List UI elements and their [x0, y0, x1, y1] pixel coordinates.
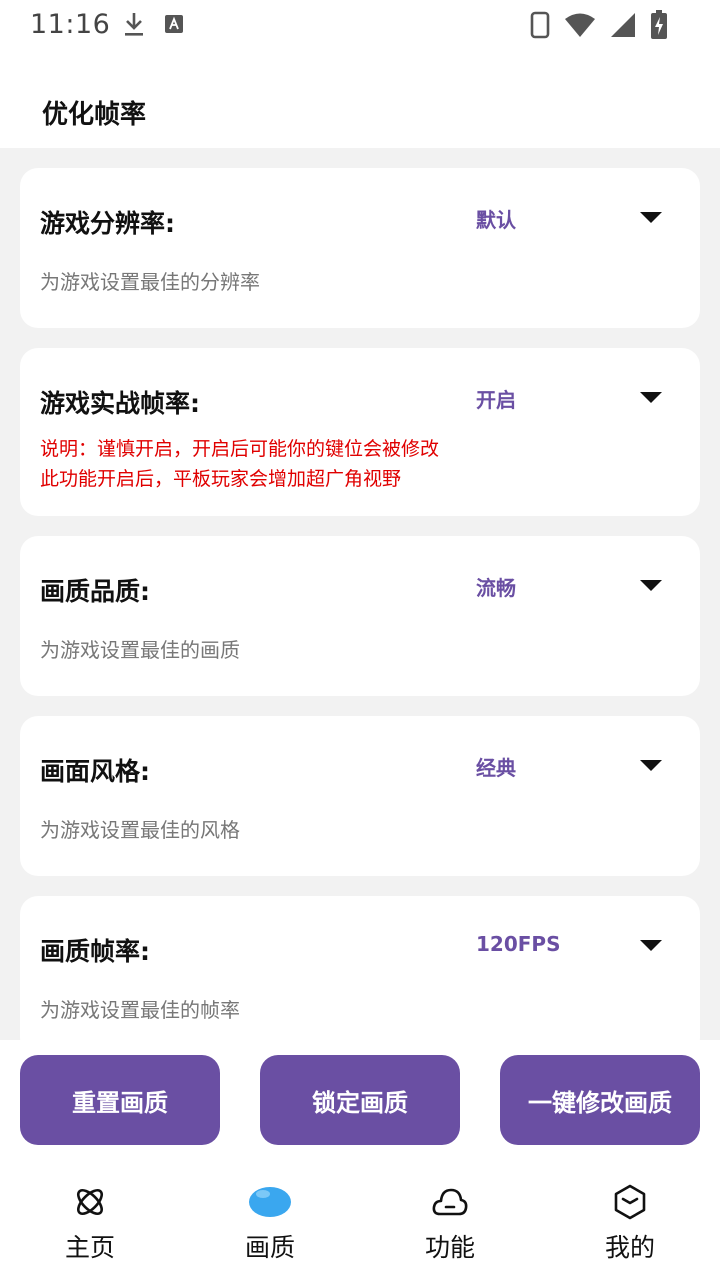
dropdown-arrow-icon[interactable] — [640, 940, 662, 951]
status-bar: 11:16 — [0, 0, 720, 48]
setting-title: 画质帧率: — [40, 937, 150, 966]
setting-card-resolution[interactable]: 游戏分辨率: 默认 为游戏设置最佳的分辨率 — [20, 168, 700, 328]
bottom-tab-bar: 主页 画质 功能 我的 — [0, 1182, 720, 1280]
setting-value[interactable]: 经典 — [476, 752, 516, 781]
text-format-icon — [165, 15, 184, 33]
tab-label: 画质 — [244, 1233, 295, 1262]
dropdown-arrow-icon[interactable] — [640, 580, 662, 591]
status-time: 11:16 — [30, 8, 111, 40]
setting-title: 画面风格: — [40, 757, 150, 786]
setting-card-style[interactable]: 画面风格: 经典 为游戏设置最佳的风格 — [20, 716, 700, 876]
setting-value[interactable]: 默认 — [476, 204, 516, 233]
dropdown-arrow-icon[interactable] — [640, 212, 662, 223]
setting-description: 为游戏设置最佳的帧率 — [40, 998, 240, 1022]
phone-icon — [530, 11, 550, 39]
blob-icon — [249, 1187, 291, 1217]
setting-value[interactable]: 120FPS — [476, 932, 560, 956]
note-line: 说明：谨慎开启，开启后可能你的键位会被修改 — [40, 438, 440, 460]
setting-value[interactable]: 开启 — [476, 384, 516, 413]
dropdown-arrow-icon[interactable] — [640, 392, 662, 403]
note-line: 此功能开启后，平板玩家会增加超广角视野 — [40, 468, 402, 490]
setting-value[interactable]: 流畅 — [476, 572, 516, 601]
setting-description: 为游戏设置最佳的画质 — [40, 638, 240, 662]
tab-quality[interactable]: 画质 — [180, 1182, 360, 1280]
setting-title: 游戏实战帧率: — [40, 389, 200, 418]
bottom-panel: 重置画质 锁定画质 一键修改画质 主页 画质 功能 我的 — [0, 1040, 720, 1280]
download-icon — [125, 13, 144, 36]
reset-quality-button[interactable]: 重置画质 — [20, 1055, 220, 1145]
setting-description: 为游戏设置最佳的分辨率 — [40, 270, 260, 294]
atom-icon — [76, 1188, 104, 1216]
lock-quality-button[interactable]: 锁定画质 — [260, 1055, 460, 1145]
tab-label: 我的 — [604, 1233, 655, 1262]
dropdown-arrow-icon[interactable] — [640, 760, 662, 771]
battery-icon — [651, 10, 667, 39]
setting-description: 为游戏设置最佳的风格 — [40, 818, 240, 842]
tab-label: 主页 — [64, 1233, 115, 1262]
tab-home[interactable]: 主页 — [0, 1182, 180, 1280]
setting-title: 游戏分辨率: — [40, 209, 175, 238]
setting-card-battle-framerate[interactable]: 游戏实战帧率: 开启 说明：谨慎开启，开启后可能你的键位会被修改 此功能开启后，… — [20, 348, 700, 516]
settings-list: 游戏分辨率: 默认 为游戏设置最佳的分辨率 游戏实战帧率: 开启 说明：谨慎开启… — [20, 168, 700, 1076]
wifi-icon — [565, 13, 595, 37]
app-header: 优化帧率 — [0, 48, 720, 148]
setting-card-quality[interactable]: 画质品质: 流畅 为游戏设置最佳的画质 — [20, 536, 700, 696]
box-icon — [614, 1184, 646, 1220]
setting-warning-note: 说明：谨慎开启，开启后可能你的键位会被修改 此功能开启后，平板玩家会增加超广角视… — [40, 434, 439, 494]
tab-features[interactable]: 功能 — [360, 1182, 540, 1280]
signal-icon — [611, 13, 635, 37]
cloud-icon — [432, 1188, 468, 1216]
one-click-modify-button[interactable]: 一键修改画质 — [500, 1055, 700, 1145]
page-title: 优化帧率 — [42, 100, 147, 130]
tab-label: 功能 — [424, 1233, 475, 1262]
setting-title: 画质品质: — [40, 577, 150, 606]
setting-card-framerate[interactable]: 画质帧率: 120FPS 为游戏设置最佳的帧率 — [20, 896, 700, 1056]
tab-profile[interactable]: 我的 — [540, 1182, 720, 1280]
